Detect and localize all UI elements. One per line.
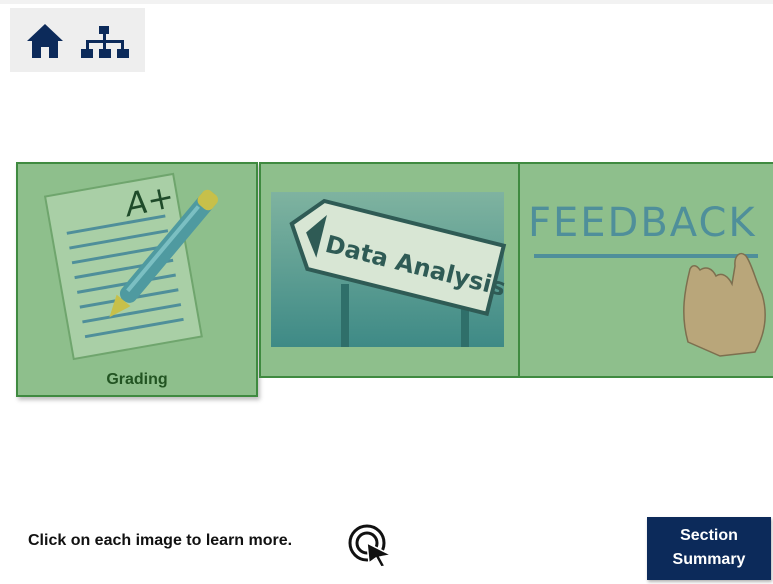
home-icon xyxy=(27,24,63,58)
data-analysis-card[interactable]: Data Analysis xyxy=(259,162,520,378)
summary-line-1: Section xyxy=(680,527,738,544)
summary-line-2: Summary xyxy=(672,551,746,568)
sitemap-icon xyxy=(81,26,129,58)
top-border xyxy=(0,0,773,4)
instruction-text: Click on each image to learn more. xyxy=(28,532,293,549)
hand-icon xyxy=(683,252,766,357)
home-button[interactable] xyxy=(25,22,65,60)
click-cursor-icon xyxy=(348,524,394,567)
grading-illustration: A+ xyxy=(43,172,218,361)
grading-card[interactable]: A+ Grading xyxy=(16,162,258,397)
feedback-illustration: FEEDBACK xyxy=(528,200,766,357)
feedback-text: FEEDBACK xyxy=(528,200,757,246)
grading-label: Grading xyxy=(106,371,168,388)
data-analysis-illustration: Data Analysis xyxy=(271,192,509,347)
nav-bar xyxy=(10,8,145,72)
section-summary-button[interactable]: Section Summary xyxy=(647,517,771,580)
feedback-card[interactable]: FEEDBACK xyxy=(518,162,773,378)
sitemap-button[interactable] xyxy=(80,22,130,60)
